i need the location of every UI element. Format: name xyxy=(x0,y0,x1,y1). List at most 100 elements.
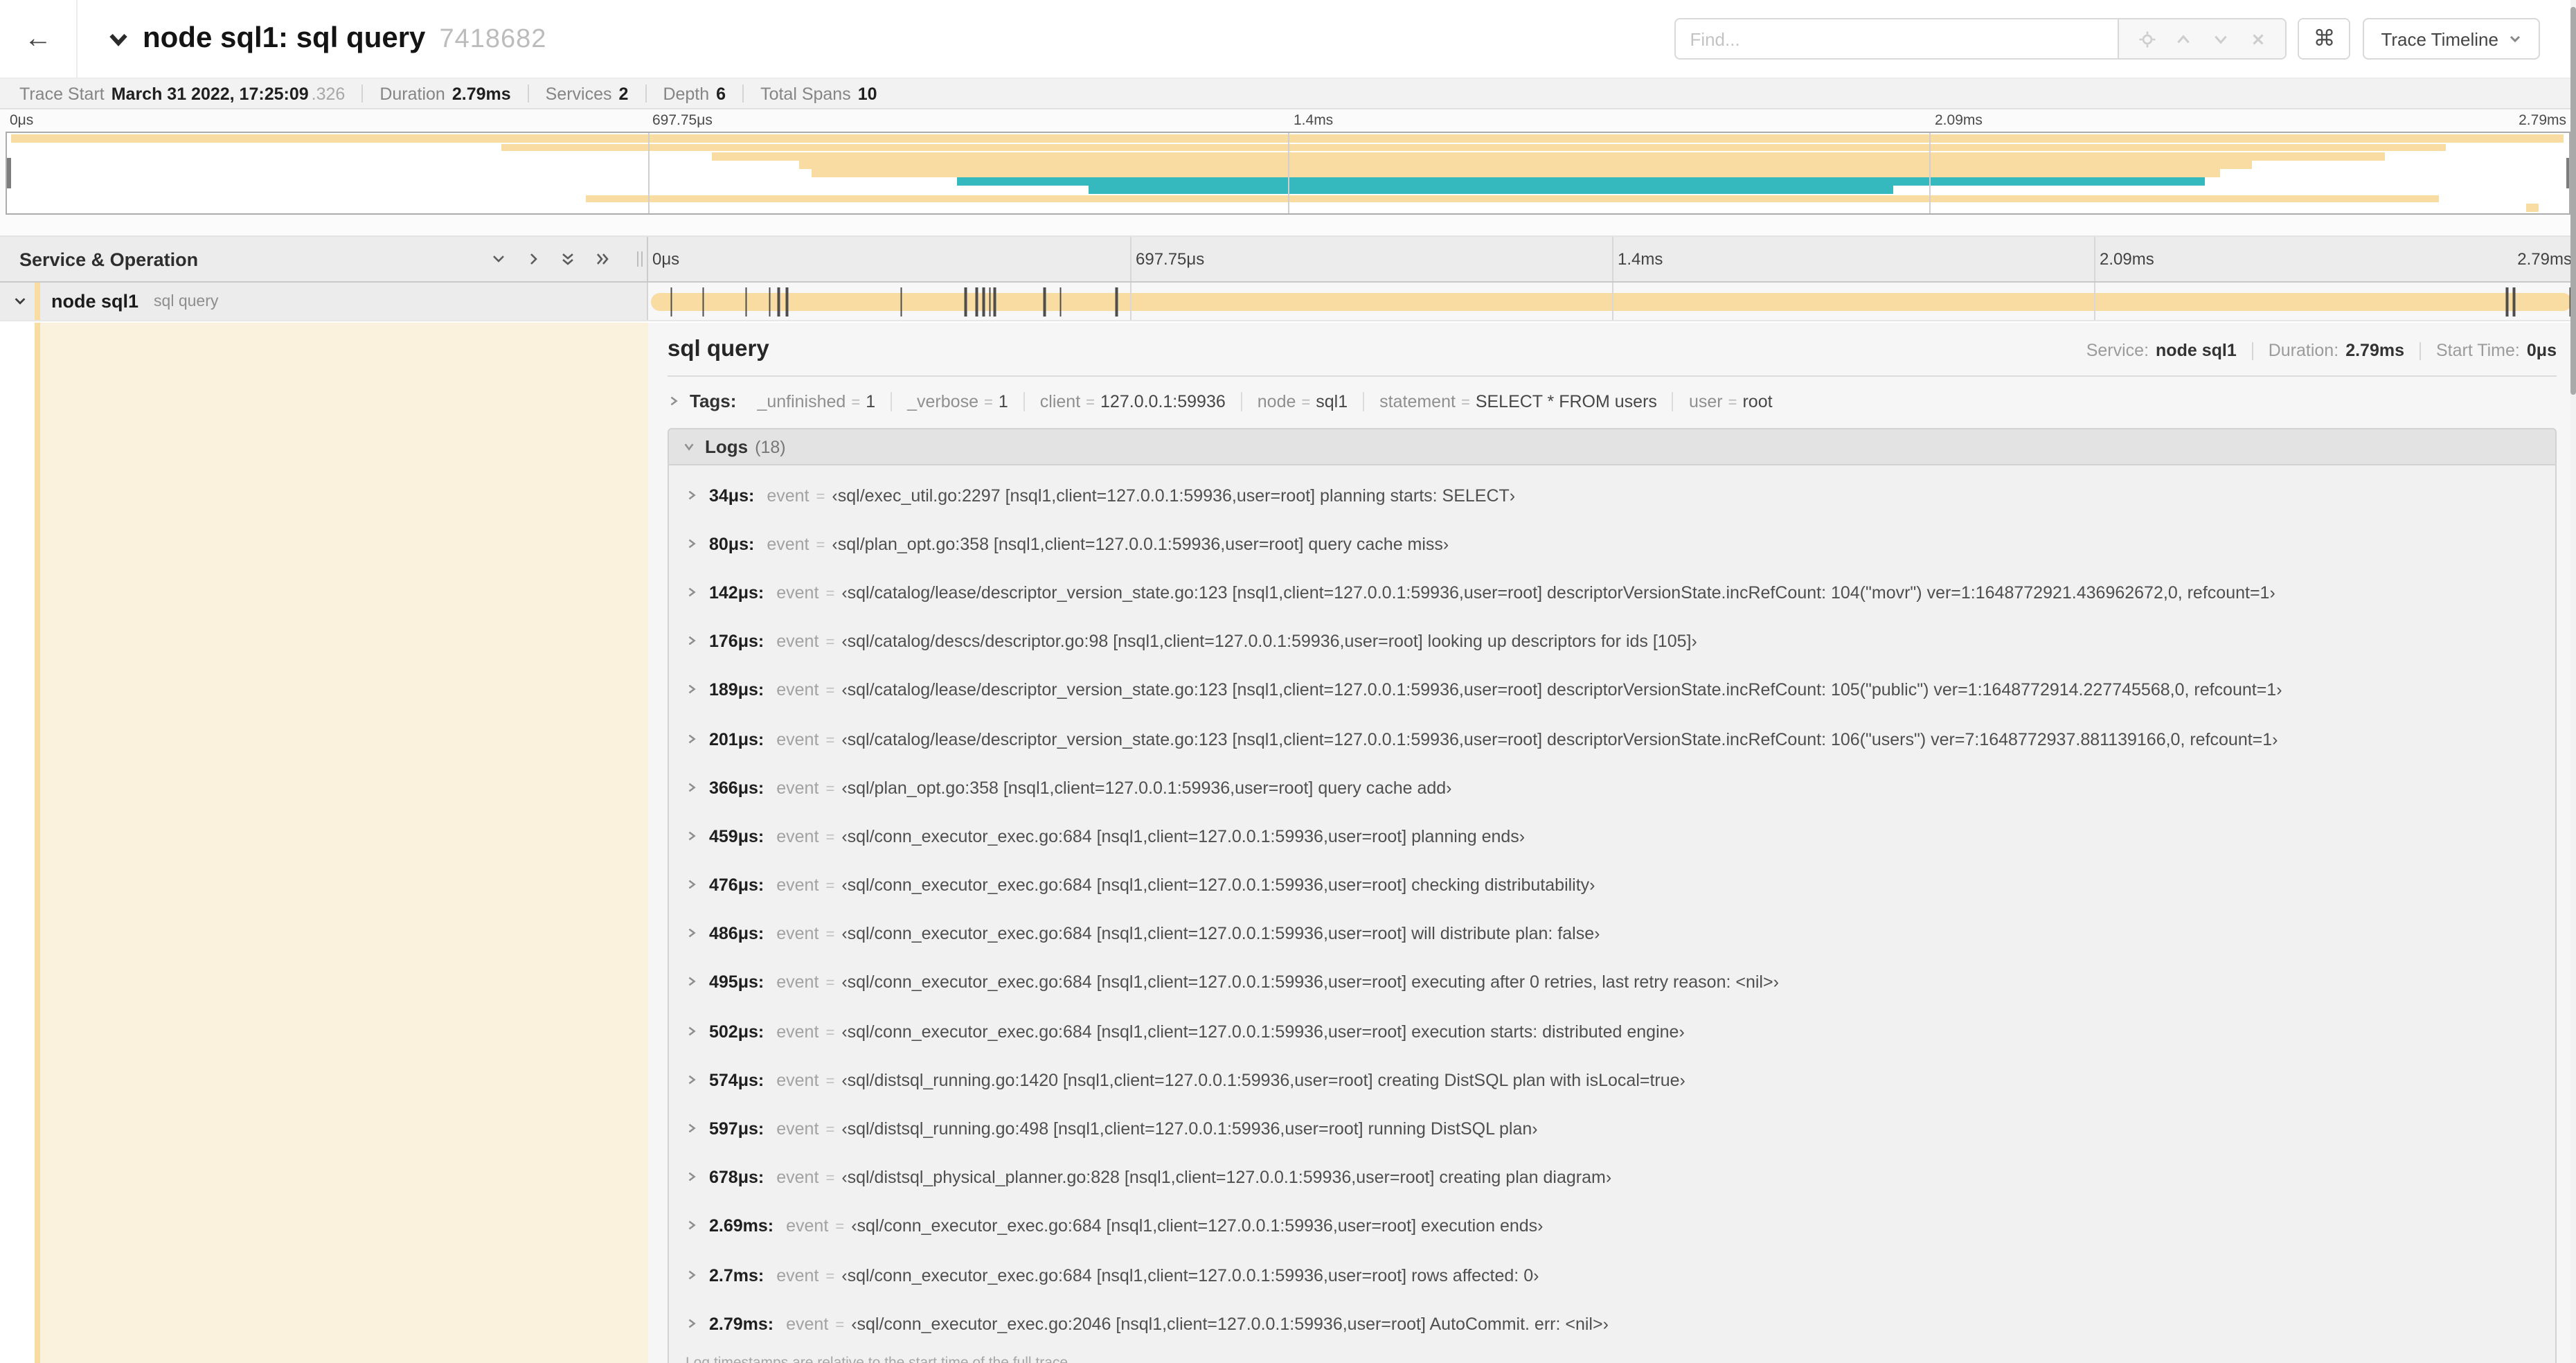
log-marker xyxy=(964,287,967,316)
column-resize-grip[interactable] xyxy=(637,251,643,267)
log-row[interactable]: 486μs: event = ‹sql/conn_executor_exec.go:6… xyxy=(669,909,2555,958)
span-row[interactable]: node sql1 sql query xyxy=(0,283,2576,321)
tag-item: client = 127.0.0.1:59936 xyxy=(1023,392,1241,411)
keyboard-shortcuts-button[interactable]: ⌘ xyxy=(2298,18,2351,60)
chevron-right-icon xyxy=(686,483,698,508)
page-title: node sql1: sql query 7418682 xyxy=(143,22,547,54)
tag-item: _unfinished = 1 xyxy=(757,392,876,411)
log-marker xyxy=(983,287,985,316)
tick-label: 2.79ms xyxy=(2517,249,2572,269)
minimap-canvas[interactable] xyxy=(6,132,2570,215)
chevron-right-icon xyxy=(686,873,698,898)
collapse-deep-icon[interactable] xyxy=(560,251,576,267)
span-row-name-column: node sql1 sql query xyxy=(0,283,648,320)
expand-deep-icon[interactable] xyxy=(594,251,611,267)
log-marker xyxy=(786,287,789,316)
timeline-header: Service & Operation 0μs 697.75μs 1.4ms 2.09… xyxy=(0,235,2576,283)
find-group xyxy=(1674,18,2287,60)
log-row[interactable]: 201μs: event = ‹sql/catalog/lease/descripto… xyxy=(669,715,2555,763)
trace-id: 7418682 xyxy=(439,25,547,54)
tags-section[interactable]: Tags: _unfinished = 1 _verbose = 1 client = 127.… xyxy=(668,389,2557,414)
summary-bar: Trace Start March 31 2022, 17:25:09.326 Du… xyxy=(0,79,2576,109)
chevron-right-icon xyxy=(686,629,698,654)
chevron-right-icon xyxy=(686,775,698,800)
clear-search-icon[interactable] xyxy=(2248,30,2266,48)
log-row[interactable]: 189μs: event = ‹sql/catalog/lease/descripto… xyxy=(669,666,2555,715)
chevron-right-icon xyxy=(686,1165,698,1190)
log-row[interactable]: 597μs: event = ‹sql/distsql_running.go:498 … xyxy=(669,1105,2555,1153)
log-row[interactable]: 495μs: event = ‹sql/conn_executor_exec.go:6… xyxy=(669,959,2555,1007)
log-row[interactable]: 476μs: event = ‹sql/conn_executor_exec.go:6… xyxy=(669,861,2555,909)
log-marker xyxy=(769,287,771,316)
log-marker xyxy=(745,287,748,316)
selected-span-highlight xyxy=(40,323,648,1363)
log-row[interactable]: 678μs: event = ‹sql/distsql_physical_planne… xyxy=(669,1153,2555,1202)
chevron-down-icon xyxy=(683,440,695,453)
log-row[interactable]: 142μs: event = ‹sql/catalog/lease/descripto… xyxy=(669,569,2555,617)
trace-view-selector-button[interactable]: Trace Timeline xyxy=(2363,18,2540,60)
find-input[interactable] xyxy=(1674,18,2118,60)
tick-label: 697.75μs xyxy=(652,112,713,129)
log-marker xyxy=(2512,287,2515,316)
log-row[interactable]: 366μs: event = ‹sql/plan_opt.go:358 [nsql1,… xyxy=(669,763,2555,812)
log-row[interactable]: 502μs: event = ‹sql/conn_executor_exec.go:6… xyxy=(669,1007,2555,1055)
summary-item: Depth 6 xyxy=(663,84,726,103)
log-marker xyxy=(1116,287,1118,316)
logs-count: (18) xyxy=(755,437,786,456)
collapse-all-icon[interactable] xyxy=(490,251,507,267)
next-match-icon[interactable] xyxy=(2212,30,2230,48)
tag-item: _verbose = 1 xyxy=(891,392,1023,411)
span-duration-bar[interactable] xyxy=(651,292,2572,310)
log-marker xyxy=(702,287,705,316)
view-selector-label: Trace Timeline xyxy=(2381,28,2498,49)
detail-span-title: sql query xyxy=(668,337,769,362)
back-button[interactable]: ← xyxy=(0,0,78,78)
service-operation-title: Service & Operation xyxy=(19,249,199,269)
tick-label: 0μs xyxy=(10,112,34,129)
log-row[interactable]: 176μs: event = ‹sql/catalog/descs/descripto… xyxy=(669,617,2555,666)
start-time-label: Start Time: xyxy=(2436,341,2520,360)
minimap-left-scrubber[interactable] xyxy=(7,158,10,188)
log-row[interactable]: 34μs: event = ‹sql/exec_util.go:2297 [nsql1… xyxy=(669,471,2555,519)
collapse-trace-toggle[interactable] xyxy=(108,28,129,49)
log-row[interactable]: 2.79ms: event = ‹sql/conn_executor_exec.go:… xyxy=(669,1299,2555,1348)
expand-one-icon[interactable] xyxy=(525,251,542,267)
span-row-timeline[interactable] xyxy=(648,283,2576,320)
chevron-right-icon xyxy=(686,1116,698,1141)
minimap-zone: 0μs 697.75μs 1.4ms 2.09ms 2.79ms xyxy=(0,109,2576,235)
tick-label: 2.79ms xyxy=(2519,112,2566,129)
command-icon: ⌘ xyxy=(2313,28,2336,51)
logs-list: 34μs: event = ‹sql/exec_util.go:2297 [nsql1… xyxy=(668,465,2557,1363)
detail-indent-column xyxy=(0,323,648,1363)
chevron-right-icon xyxy=(668,389,680,414)
log-marker xyxy=(778,287,780,316)
logs-footnote: Log timestamps are relative to the start… xyxy=(669,1348,2555,1363)
log-row[interactable]: 80μs: event = ‹sql/plan_opt.go:358 [nsql1,c… xyxy=(669,519,2555,568)
summary-item: Trace Start March 31 2022, 17:25:09.326 xyxy=(19,84,346,103)
locate-icon[interactable] xyxy=(2138,30,2156,48)
tick-label: 1.4ms xyxy=(1294,112,1334,129)
logs-section: Logs (18) 34μs: event = ‹sql/exec_util.go:2… xyxy=(668,428,2557,1363)
log-row[interactable]: 574μs: event = ‹sql/distsql_running.go:1420… xyxy=(669,1056,2555,1105)
minimap-right-scrubber[interactable] xyxy=(2566,158,2569,188)
span-collapse-toggle[interactable] xyxy=(12,294,28,309)
tick-label: 0μs xyxy=(652,249,680,269)
log-row[interactable]: 2.69ms: event = ‹sql/conn_executor_exec.go:… xyxy=(669,1202,2555,1251)
tick-label: 697.75μs xyxy=(1136,249,1205,269)
service-value: node sql1 xyxy=(2156,341,2237,360)
scrollbar-track[interactable] xyxy=(2570,0,2576,1363)
chevron-right-icon xyxy=(686,922,698,947)
prev-match-icon[interactable] xyxy=(2175,30,2193,48)
chevron-down-icon xyxy=(2510,35,2521,43)
chevron-right-icon xyxy=(686,970,698,995)
span-service-name: node sql1 xyxy=(51,291,139,312)
log-row[interactable]: 459μs: event = ‹sql/conn_executor_exec.go:6… xyxy=(669,812,2555,861)
log-row[interactable]: 2.7ms: event = ‹sql/conn_executor_exec.go:6… xyxy=(669,1251,2555,1299)
chevron-right-icon xyxy=(686,824,698,849)
chevron-right-icon xyxy=(686,1068,698,1093)
duration-label: Duration: xyxy=(2268,341,2339,360)
log-marker xyxy=(1059,287,1062,316)
chevron-down-icon xyxy=(109,33,127,46)
scrollbar-thumb[interactable] xyxy=(2570,7,2576,395)
logs-header[interactable]: Logs (18) xyxy=(668,428,2557,465)
